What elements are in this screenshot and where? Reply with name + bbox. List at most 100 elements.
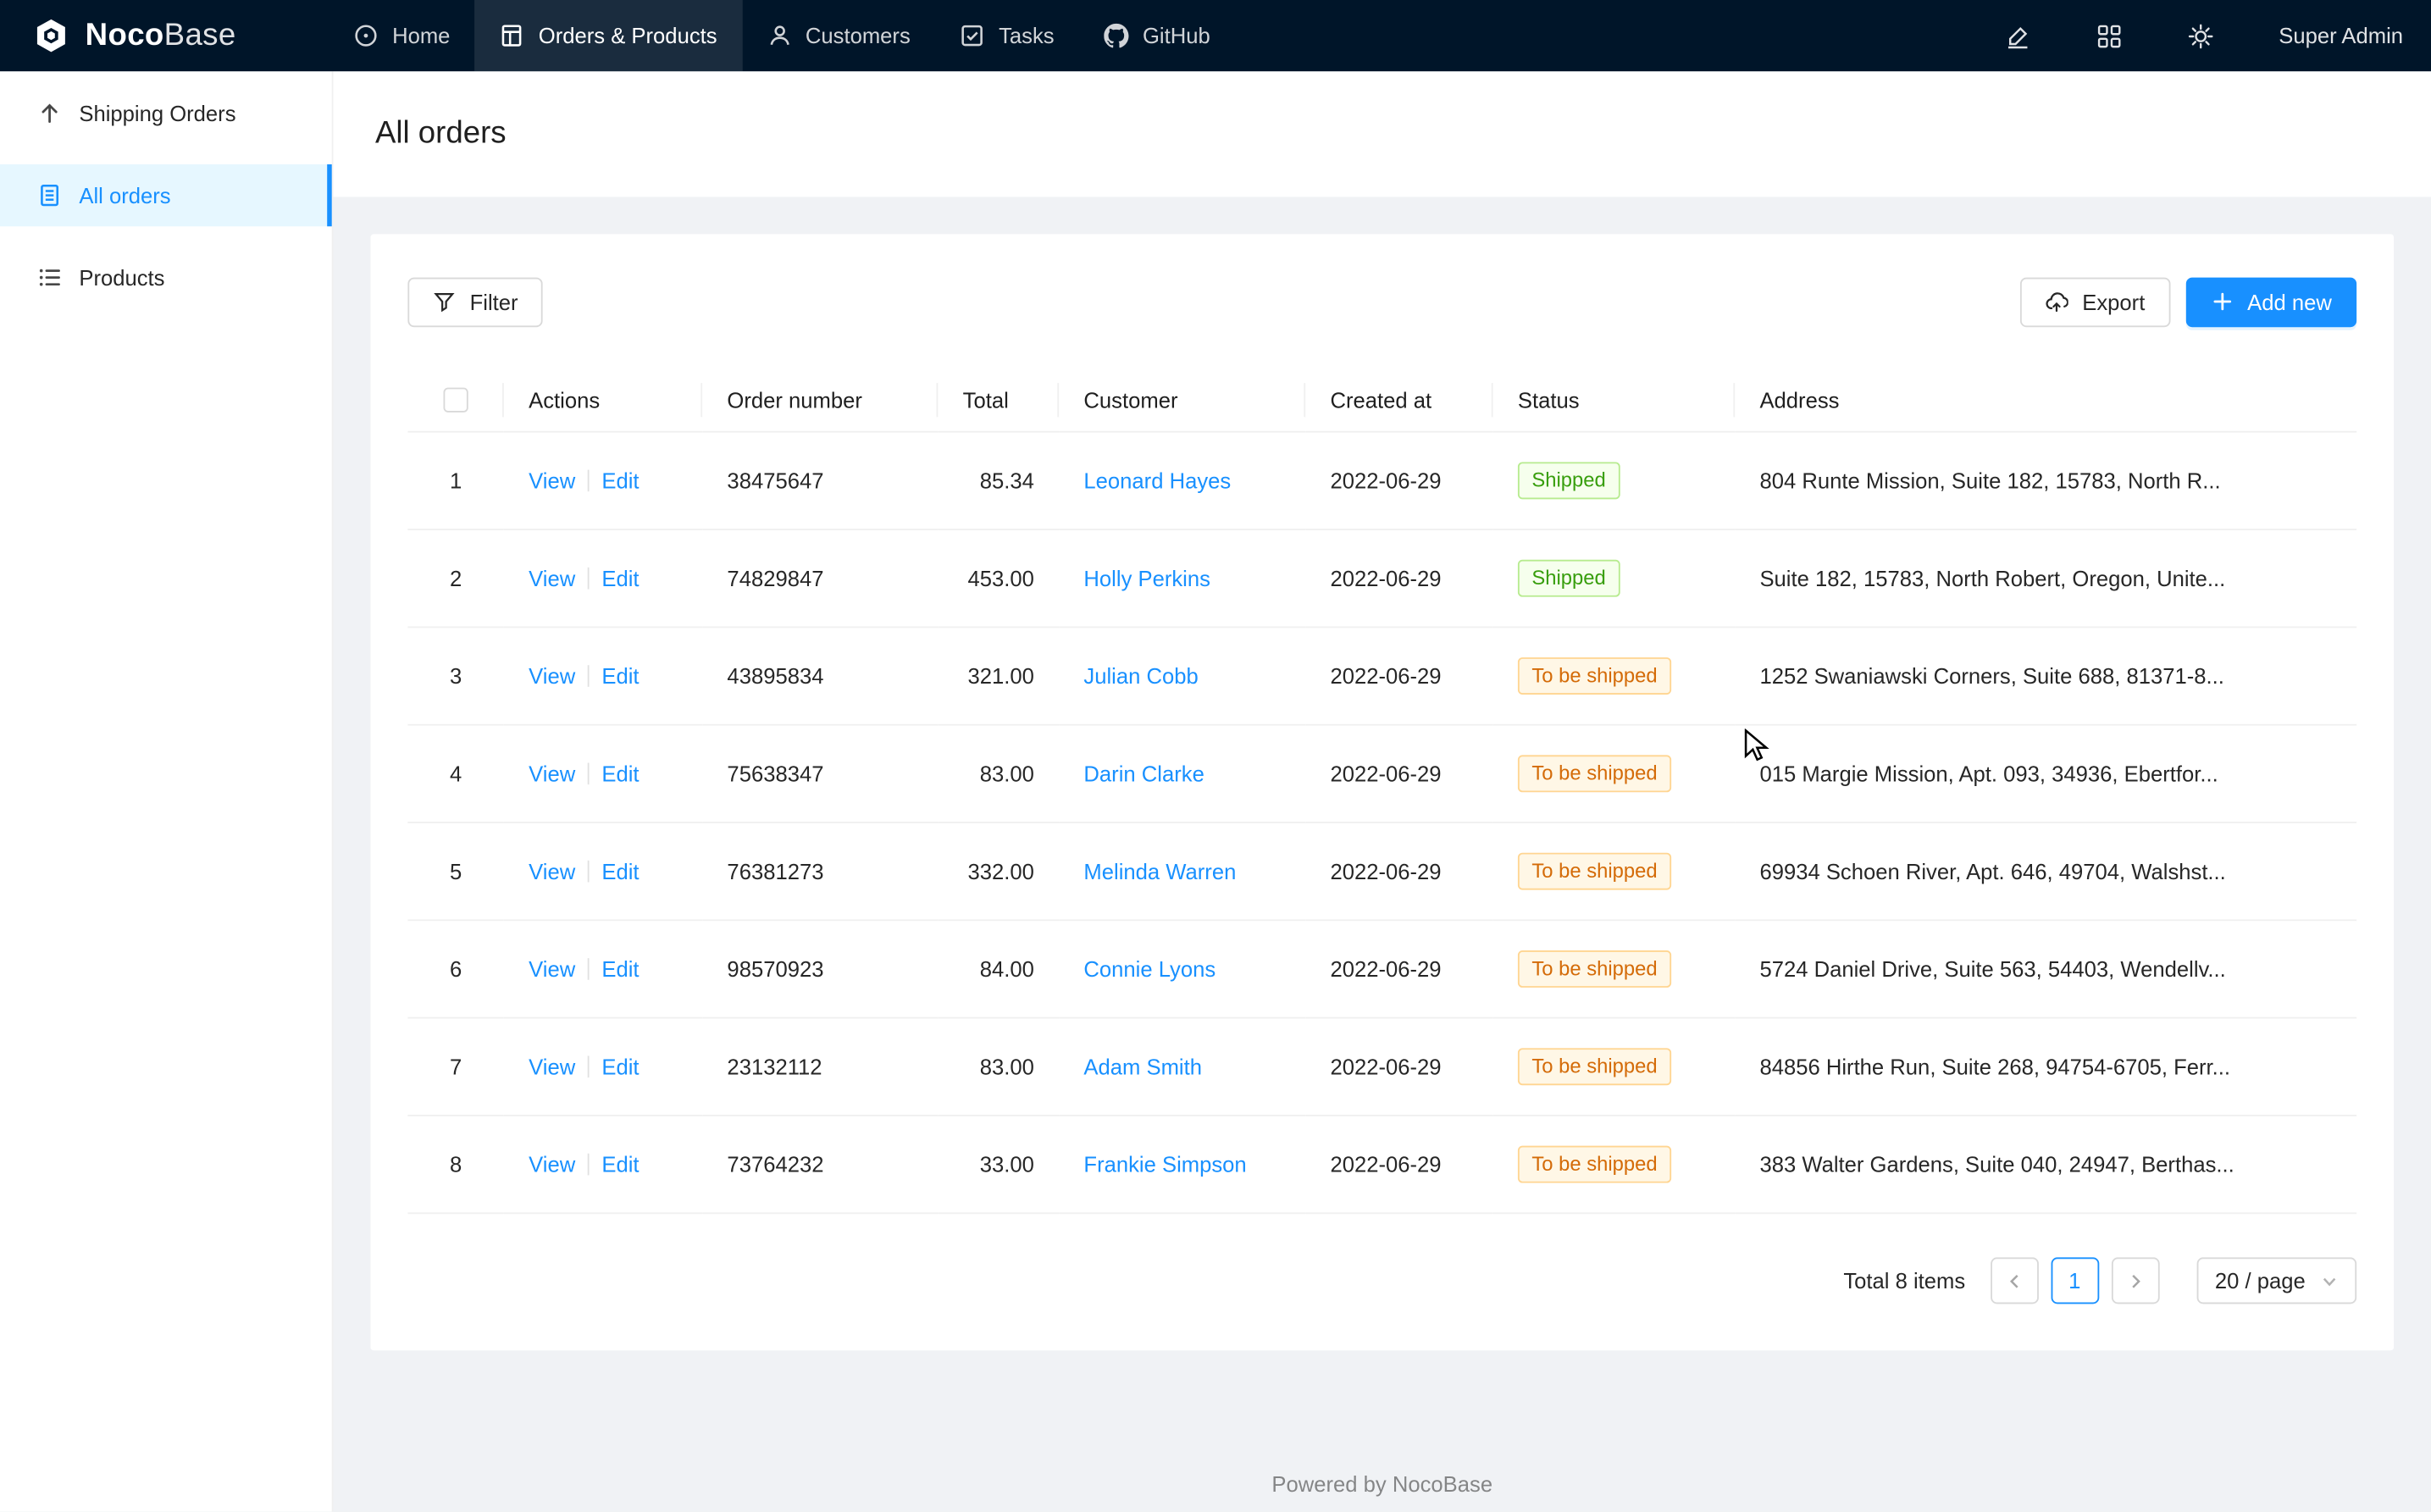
brand[interactable]: NocoBase <box>0 0 329 71</box>
action-separator <box>588 470 590 492</box>
plugins-grid-icon[interactable] <box>2096 23 2122 49</box>
order-number-cell: 38475647 <box>702 432 938 529</box>
export-button[interactable]: Export <box>2020 278 2170 328</box>
edit-link[interactable]: Edit <box>601 860 639 884</box>
table-header-row: Actions Order number Total Customer Crea… <box>407 368 2356 433</box>
view-link[interactable]: View <box>529 860 575 884</box>
sidebar-item-products[interactable]: Products <box>0 246 332 308</box>
edit-link[interactable]: Edit <box>601 664 639 689</box>
edit-link[interactable]: Edit <box>601 1055 639 1079</box>
view-link[interactable]: View <box>529 957 575 982</box>
status-cell: Shipped <box>1493 432 1736 529</box>
customer-link[interactable]: Connie Lyons <box>1083 957 1216 982</box>
settings-gear-icon[interactable] <box>2187 23 2213 49</box>
app-viewport: NocoBase Home Orders & Products Customer… <box>0 0 2431 1512</box>
nav-label: Customers <box>806 23 911 47</box>
customer-link[interactable]: Adam Smith <box>1083 1055 1202 1079</box>
actions-cell: View Edit <box>504 432 702 529</box>
home-icon <box>353 23 378 47</box>
action-separator <box>588 1154 590 1176</box>
filter-button[interactable]: Filter <box>407 278 542 328</box>
nav-customers[interactable]: Customers <box>742 0 935 71</box>
add-new-button[interactable]: Add new <box>2185 278 2356 328</box>
created-at-cell: 2022-06-29 <box>1305 530 1492 628</box>
main-area: All orders Filter <box>334 71 2431 1511</box>
status-cell: To be shipped <box>1493 725 1736 822</box>
edit-link[interactable]: Edit <box>601 567 639 591</box>
orders-products-icon <box>500 23 524 47</box>
row-index: 8 <box>407 1116 503 1213</box>
customer-cell: Julian Cobb <box>1059 628 1305 725</box>
nav-orders-products[interactable]: Orders & Products <box>475 0 742 71</box>
view-link[interactable]: View <box>529 1152 575 1177</box>
column-header-status: Status <box>1493 368 1736 433</box>
created-at-cell: 2022-06-29 <box>1305 1018 1492 1116</box>
total-cell: 83.00 <box>938 1018 1059 1116</box>
nav-label: Orders & Products <box>539 23 717 47</box>
order-row: 4 ViewEdit 75638347 83.00 Darin Clarke 2… <box>407 725 2356 822</box>
powered-by-footer: Powered by NocoBase <box>370 1471 2394 1512</box>
order-number-cell: 73764232 <box>702 1116 938 1213</box>
action-separator <box>588 861 590 883</box>
actions-cell: View Edit <box>504 1018 702 1116</box>
actions-cell: View Edit <box>504 725 702 822</box>
view-link[interactable]: View <box>529 762 575 786</box>
total-cell: 85.34 <box>938 432 1059 529</box>
view-link[interactable]: View <box>529 1055 575 1079</box>
row-index: 3 <box>407 628 503 725</box>
page-size-value: 20 / page <box>2215 1269 2306 1293</box>
address-cell: 015 Margie Mission, Apt. 093, 34936, Ebe… <box>1735 725 2356 822</box>
customers-icon <box>767 23 791 47</box>
status-tag: To be shipped <box>1518 1049 1671 1086</box>
filter-label: Filter <box>470 290 518 314</box>
action-separator <box>588 568 590 590</box>
status-cell: To be shipped <box>1493 921 1736 1018</box>
nav-home[interactable]: Home <box>329 0 475 71</box>
customer-link[interactable]: Frankie Simpson <box>1083 1152 1246 1177</box>
pagination: Total 8 items 1 <box>407 1258 2356 1304</box>
edit-link[interactable]: Edit <box>601 1152 639 1177</box>
row-index: 2 <box>407 530 503 628</box>
sidebar-item-label: All orders <box>79 183 170 208</box>
address-cell: Suite 182, 15783, North Robert, Oregon, … <box>1735 530 2356 628</box>
status-cell: To be shipped <box>1493 1018 1736 1116</box>
brand-name: NocoBase <box>86 18 236 53</box>
view-link[interactable]: View <box>529 567 575 591</box>
customer-link[interactable]: Leonard Hayes <box>1083 468 1231 493</box>
page-title: All orders <box>375 116 507 152</box>
row-index: 4 <box>407 725 503 822</box>
sidebar-item-all-orders[interactable]: All orders <box>0 164 332 226</box>
customer-cell: Darin Clarke <box>1059 725 1305 822</box>
action-separator <box>588 763 590 785</box>
highlighter-icon[interactable] <box>2004 23 2030 49</box>
nav-github[interactable]: GitHub <box>1079 0 1235 71</box>
prev-page-button[interactable] <box>1990 1258 2038 1304</box>
edit-link[interactable]: Edit <box>601 762 639 786</box>
sidebar-item-shipping-orders[interactable]: Shipping Orders <box>0 82 332 144</box>
tasks-icon <box>960 23 984 47</box>
user-menu[interactable]: Super Admin <box>2279 23 2403 47</box>
select-all-checkbox[interactable] <box>443 388 468 413</box>
customer-link[interactable]: Holly Perkins <box>1083 567 1210 591</box>
edit-link[interactable]: Edit <box>601 468 639 493</box>
customer-link[interactable]: Julian Cobb <box>1083 664 1198 689</box>
actions-cell: View Edit <box>504 823 702 921</box>
nav-tasks[interactable]: Tasks <box>935 0 1079 71</box>
customer-link[interactable]: Darin Clarke <box>1083 762 1204 786</box>
edit-link[interactable]: Edit <box>601 957 639 982</box>
page-size-select[interactable]: 20 / page <box>2196 1258 2356 1304</box>
nav-label: GitHub <box>1143 23 1210 47</box>
customer-link[interactable]: Melinda Warren <box>1083 860 1236 884</box>
customer-cell: Frankie Simpson <box>1059 1116 1305 1213</box>
total-cell: 332.00 <box>938 823 1059 921</box>
view-link[interactable]: View <box>529 664 575 689</box>
address-cell: 69934 Schoen River, Apt. 646, 49704, Wal… <box>1735 823 2356 921</box>
order-number-cell: 98570923 <box>702 921 938 1018</box>
total-cell: 84.00 <box>938 921 1059 1018</box>
next-page-button[interactable] <box>2111 1258 2159 1304</box>
view-link[interactable]: View <box>529 468 575 493</box>
page-number-1[interactable]: 1 <box>2051 1258 2099 1304</box>
column-header-actions: Actions <box>504 368 702 433</box>
address-cell: 383 Walter Gardens, Suite 040, 24947, Be… <box>1735 1116 2356 1213</box>
status-tag: To be shipped <box>1518 951 1671 989</box>
